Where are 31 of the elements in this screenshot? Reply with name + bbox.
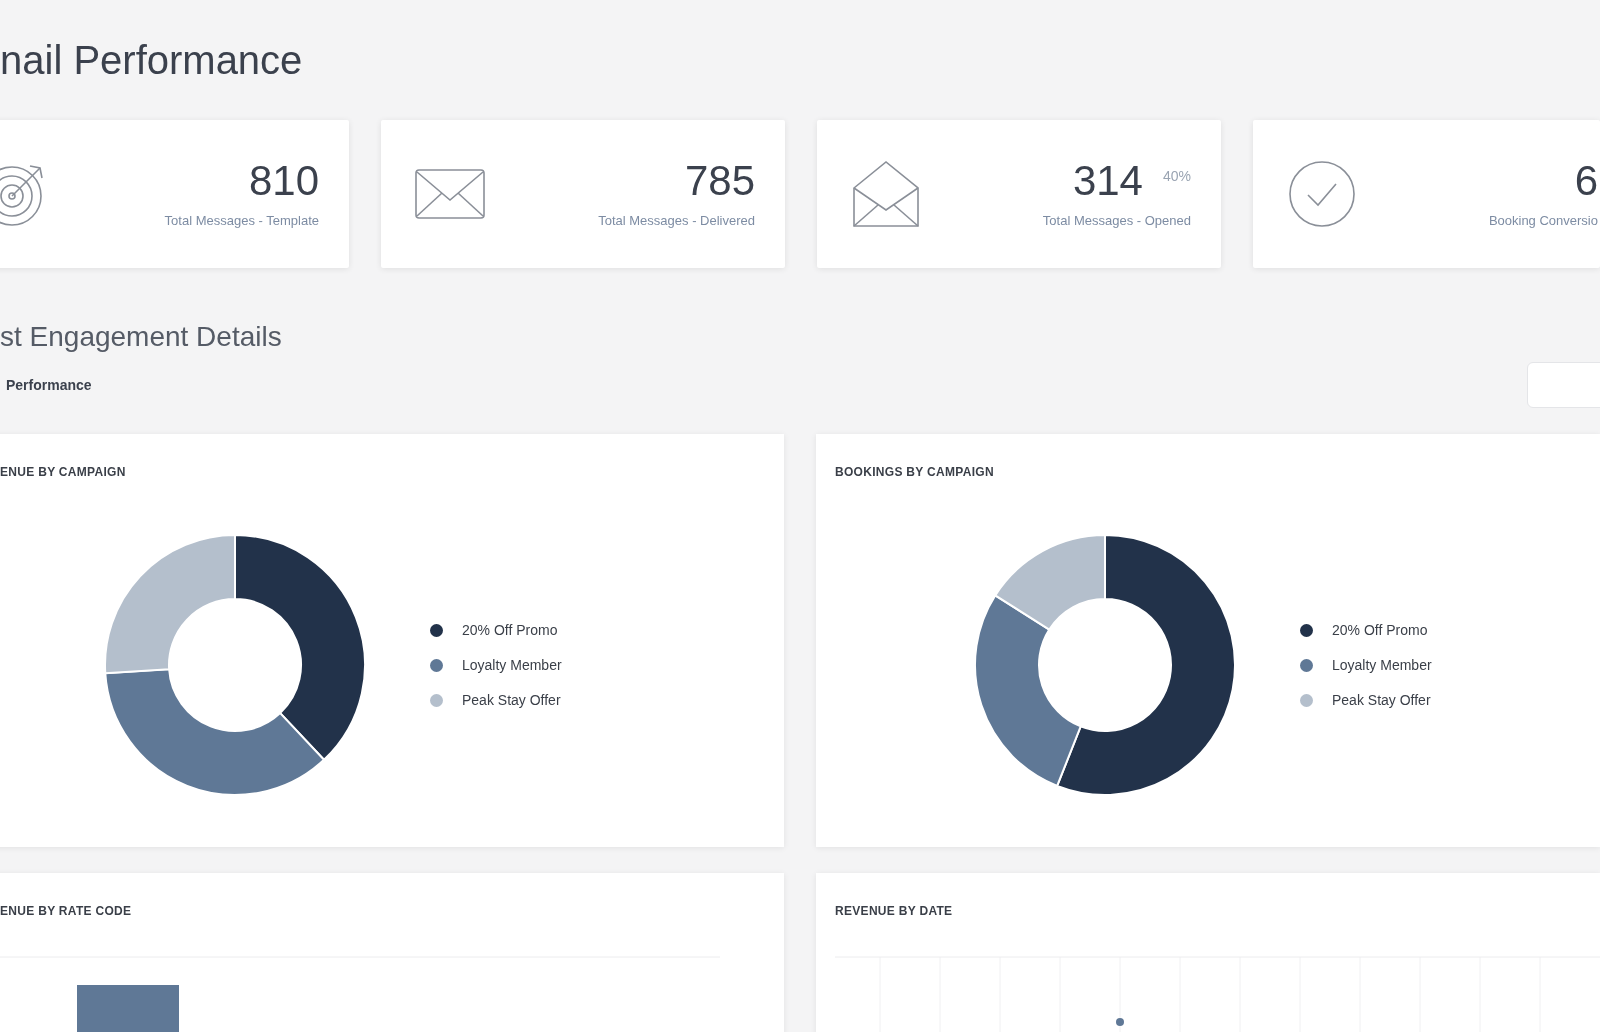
check-circle-icon xyxy=(1286,160,1358,228)
stat-label: Total Messages - Opened xyxy=(1042,213,1191,229)
stat-label: Total Messages - Delivered xyxy=(598,213,755,229)
legend-label: 20% Off Promo xyxy=(1332,621,1428,640)
donut-slice xyxy=(974,594,1082,787)
donut-slice xyxy=(104,668,325,796)
donut-slice xyxy=(234,534,366,761)
stat-number: 785 xyxy=(684,159,755,203)
legend-label: 20% Off Promo xyxy=(462,621,558,640)
filter-field[interactable] xyxy=(1527,362,1600,408)
donut-slice xyxy=(1056,534,1236,796)
legend-label: Peak Stay Offer xyxy=(462,691,561,710)
stat-label: Booking Conversio xyxy=(1488,213,1598,229)
stat-number: 6 xyxy=(1574,159,1598,203)
donut-slice xyxy=(104,534,236,675)
legend-label: Loyalty Member xyxy=(1332,656,1432,675)
chart-title: REVENUE BY DATE xyxy=(835,903,953,919)
chart-title: ENUE BY CAMPAIGN xyxy=(0,464,126,480)
chart-title: ENUE BY RATE CODE xyxy=(0,903,132,919)
donut-slice xyxy=(994,534,1106,631)
legend-label: Peak Stay Offer xyxy=(1332,691,1431,710)
open-envelope-icon xyxy=(850,160,922,228)
legend-label: Loyalty Member xyxy=(462,656,562,675)
stat-label: Total Messages - Template xyxy=(164,213,319,229)
section-title: st Engagement Details xyxy=(0,320,282,354)
stat-number: 810 xyxy=(248,159,319,203)
stat-percent: 40% xyxy=(1162,167,1191,185)
section-subtitle: Performance xyxy=(6,376,92,394)
stat-number: 314 xyxy=(1072,159,1143,203)
chart-title: BOOKINGS BY CAMPAIGN xyxy=(835,464,994,480)
page-title: nail Performance xyxy=(0,37,303,84)
